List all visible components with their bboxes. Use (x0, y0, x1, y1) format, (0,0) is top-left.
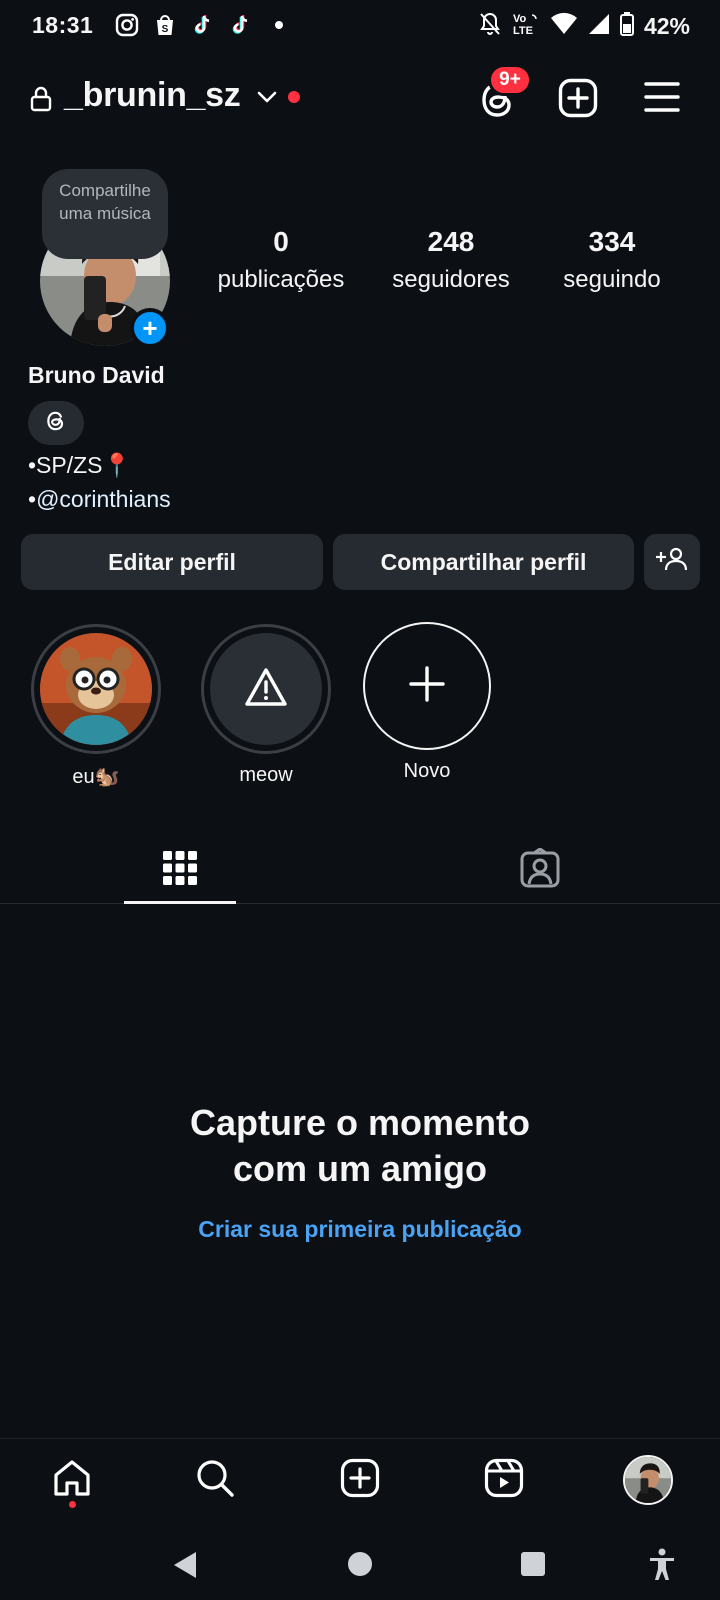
warning-icon (244, 667, 288, 712)
active-tab-indicator (124, 901, 236, 904)
account-switcher-username[interactable]: _brunin_sz (64, 76, 241, 115)
home-icon (52, 1458, 92, 1503)
profile-full-name: Bruno David (28, 362, 165, 388)
system-navigation-bar (0, 1530, 720, 1600)
empty-title-line1: Capture o momento (189, 1102, 530, 1143)
recents-square-icon[interactable] (519, 1550, 547, 1583)
volte-icon: Vo LTE (512, 11, 540, 42)
wifi-icon (550, 12, 578, 41)
profile-screen: 18:31 S Vo LTE 42% _brunin_sz 9+ + Compa… (0, 0, 720, 1600)
profile-header: _brunin_sz 9+ (0, 64, 720, 130)
nav-search[interactable] (190, 1455, 240, 1505)
unread-dot (288, 91, 300, 103)
tagged-person-icon (520, 847, 560, 893)
tiktok-icon (228, 12, 254, 38)
add-story-plus-button[interactable]: + (130, 308, 170, 348)
highlight-eu[interactable]: eu🐿️ (31, 624, 161, 789)
create-first-post-link[interactable]: Criar sua primeira publicação (0, 1216, 720, 1243)
bottom-navigation (0, 1438, 720, 1518)
back-icon[interactable] (170, 1550, 200, 1585)
empty-title-line2: com um amigo (232, 1148, 488, 1189)
home-unread-dot (69, 1501, 76, 1508)
stat-posts[interactable]: 0 publicações (214, 226, 348, 294)
status-app-icons: S (114, 12, 292, 38)
highlight-meow[interactable]: meow (201, 624, 331, 787)
highlight-new[interactable]: Novo (362, 622, 492, 783)
home-circle-icon[interactable] (346, 1550, 374, 1583)
nav-create[interactable] (335, 1455, 385, 1505)
threads-icon (44, 409, 68, 438)
bell-off-icon (478, 11, 502, 42)
discover-people-button[interactable] (644, 534, 700, 590)
status-right: Vo LTE 42% (478, 11, 690, 42)
hamburger-menu-icon[interactable] (644, 80, 680, 119)
add-user-icon (656, 546, 688, 578)
battery-percent: 42% (643, 13, 690, 39)
profile-avatar-small (623, 1455, 673, 1505)
svg-text:Vo: Vo (513, 13, 527, 25)
nav-home[interactable] (47, 1455, 97, 1505)
posts-count: 0 (273, 226, 289, 257)
threads-notification-badge: 9+ (488, 64, 532, 96)
nav-profile[interactable] (623, 1455, 673, 1505)
search-icon (195, 1458, 235, 1503)
shopee-icon: S (152, 12, 178, 38)
highlight-cover-unavailable (210, 633, 322, 745)
following-count: 334 (588, 226, 636, 257)
nav-reels[interactable] (479, 1455, 529, 1505)
instagram-icon (114, 12, 140, 38)
stat-followers[interactable]: 248 seguidores (384, 226, 518, 294)
create-post-button[interactable] (558, 78, 598, 123)
highlight-label: eu🐿️ (72, 766, 120, 788)
status-bar: 18:31 S Vo LTE 42% (0, 0, 720, 52)
create-icon (340, 1458, 380, 1503)
followers-label: seguidores (392, 266, 510, 293)
following-label: seguindo (563, 266, 661, 293)
status-time: 18:31 (32, 12, 94, 38)
highlight-cover-chipmunk (40, 633, 152, 745)
signal-icon (588, 13, 610, 40)
lock-icon (30, 86, 52, 117)
chevron-down-icon[interactable] (256, 90, 278, 109)
bio-bullet: • (28, 486, 37, 512)
tab-posts-grid[interactable] (124, 836, 236, 904)
threads-profile-link[interactable] (28, 401, 84, 445)
more-notifications-dot-icon (266, 12, 292, 38)
highlight-label: meow (239, 764, 293, 786)
posts-label: publicações (217, 266, 345, 293)
bio-line-mention: •@corinthians (28, 486, 171, 513)
accessibility-icon[interactable] (648, 1548, 676, 1587)
svg-text:LTE: LTE (513, 25, 533, 37)
reels-icon (484, 1458, 524, 1503)
share-profile-button[interactable]: Compartilhar perfil (333, 534, 634, 590)
profile-tabs (0, 836, 720, 904)
stat-following[interactable]: 334 seguindo (545, 226, 679, 294)
battery-icon (619, 12, 634, 41)
highlight-ring (201, 624, 331, 754)
highlight-ring (31, 624, 161, 754)
tab-tagged[interactable] (484, 836, 596, 904)
edit-profile-button[interactable]: Editar perfil (21, 534, 323, 590)
bio-mention-link[interactable]: @corinthians (36, 486, 171, 512)
plus-icon (409, 665, 445, 707)
highlight-label: Novo (403, 760, 451, 782)
new-highlight-ring (363, 622, 491, 750)
tiktok-icon (190, 12, 216, 38)
note-bubble[interactable]: Compartilhe uma música (42, 169, 168, 259)
grid-icon (162, 850, 198, 891)
empty-state-title: Capture o momento com um amigo (0, 1100, 720, 1192)
bio-line-location: •SP/ZS📍 (28, 452, 132, 478)
svg-text:S: S (162, 24, 169, 35)
followers-count: 248 (427, 226, 475, 257)
